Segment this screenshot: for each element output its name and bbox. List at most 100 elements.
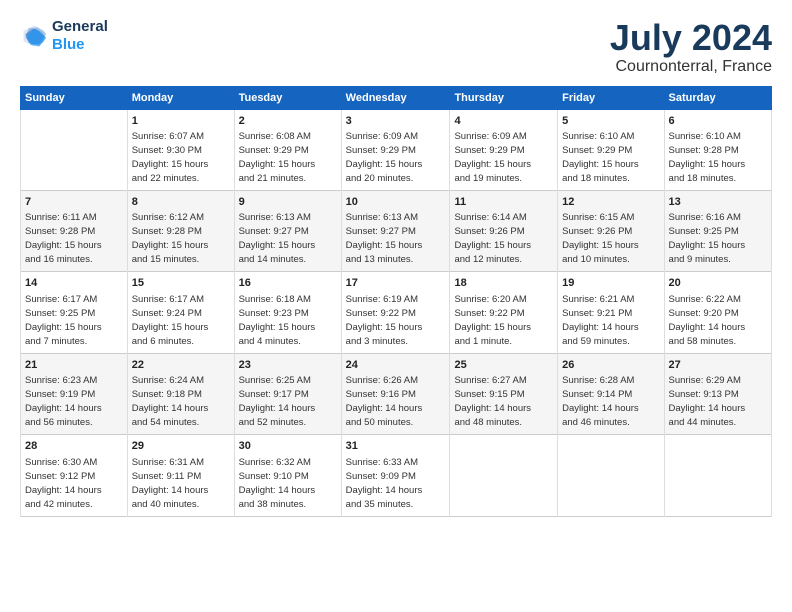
date-number: 24 — [346, 358, 446, 373]
cell-info: Sunrise: 6:17 AM Sunset: 9:24 PM Dayligh… — [132, 294, 209, 347]
date-number: 31 — [346, 439, 446, 454]
date-number: 21 — [25, 358, 123, 373]
logo-icon — [20, 22, 48, 50]
cell-info: Sunrise: 6:22 AM Sunset: 9:20 PM Dayligh… — [669, 294, 746, 347]
cell-info: Sunrise: 6:08 AM Sunset: 9:29 PM Dayligh… — [239, 131, 316, 184]
calendar-table: SundayMondayTuesdayWednesdayThursdayFrid… — [20, 86, 772, 517]
page: General Blue July 2024 Cournonterral, Fr… — [0, 0, 792, 612]
logo: General Blue — [20, 18, 108, 54]
date-number: 23 — [239, 358, 337, 373]
cell-info: Sunrise: 6:11 AM Sunset: 9:28 PM Dayligh… — [25, 212, 102, 265]
calendar-cell: 4Sunrise: 6:09 AM Sunset: 9:29 PM Daylig… — [450, 109, 558, 190]
day-header-monday: Monday — [127, 86, 234, 109]
cell-info: Sunrise: 6:28 AM Sunset: 9:14 PM Dayligh… — [562, 375, 639, 428]
cell-info: Sunrise: 6:23 AM Sunset: 9:19 PM Dayligh… — [25, 375, 102, 428]
date-number: 9 — [239, 195, 337, 210]
date-number: 3 — [346, 114, 446, 129]
day-header-saturday: Saturday — [664, 86, 771, 109]
cell-info: Sunrise: 6:24 AM Sunset: 9:18 PM Dayligh… — [132, 375, 209, 428]
calendar-cell: 15 Sunrise: 6:17 AM Sunset: 9:24 PM Dayli… — [127, 272, 234, 353]
cell-info: Sunrise: 6:27 AM Sunset: 9:15 PM Dayligh… — [454, 375, 531, 428]
day-header-sunday: Sunday — [21, 86, 128, 109]
cell-info: Sunrise: 6:09 AM Sunset: 9:29 PM Dayligh… — [346, 131, 423, 184]
date-number: 7 — [25, 195, 123, 210]
cell-info: Sunrise: 6:18 AM Sunset: 9:23 PM Dayligh… — [239, 294, 316, 347]
date-number: 10 — [346, 195, 446, 210]
date-number: 18 — [454, 276, 553, 291]
calendar-cell: 11 Sunrise: 6:14 AM Sunset: 9:26 PM Dayli… — [450, 190, 558, 271]
cell-info: Sunrise: 6:26 AM Sunset: 9:16 PM Dayligh… — [346, 375, 423, 428]
calendar-header-row: SundayMondayTuesdayWednesdayThursdayFrid… — [21, 86, 772, 109]
calendar-cell: 3 Sunrise: 6:09 AM Sunset: 9:29 PM Daylig… — [341, 109, 450, 190]
cell-info: Sunrise: 6:21 AM Sunset: 9:21 PM Dayligh… — [562, 294, 639, 347]
date-number: 22 — [132, 358, 230, 373]
cell-info: Sunrise: 6:30 AM Sunset: 9:12 PM Dayligh… — [25, 457, 102, 510]
date-number: 4 — [454, 114, 553, 129]
cell-info: Sunrise: 6:12 AM Sunset: 9:28 PM Dayligh… — [132, 212, 209, 265]
calendar-cell: 21 Sunrise: 6:23 AM Sunset: 9:19 PM Dayli… — [21, 353, 128, 434]
date-number: 19 — [562, 276, 659, 291]
day-header-friday: Friday — [558, 86, 664, 109]
week-row-1: 1Sunrise: 6:07 AM Sunset: 9:30 PM Daylig… — [21, 109, 772, 190]
calendar-cell: 25 Sunrise: 6:27 AM Sunset: 9:15 PM Dayli… — [450, 353, 558, 434]
cell-info: Sunrise: 6:13 AM Sunset: 9:27 PM Dayligh… — [239, 212, 316, 265]
calendar-cell: 20 Sunrise: 6:22 AM Sunset: 9:20 PM Dayli… — [664, 272, 771, 353]
date-number: 16 — [239, 276, 337, 291]
cell-info: Sunrise: 6:13 AM Sunset: 9:27 PM Dayligh… — [346, 212, 423, 265]
calendar-cell: 1Sunrise: 6:07 AM Sunset: 9:30 PM Daylig… — [127, 109, 234, 190]
date-number: 17 — [346, 276, 446, 291]
calendar-cell: 27Sunrise: 6:29 AM Sunset: 9:13 PM Dayli… — [664, 353, 771, 434]
cell-info: Sunrise: 6:32 AM Sunset: 9:10 PM Dayligh… — [239, 457, 316, 510]
date-number: 14 — [25, 276, 123, 291]
calendar-cell — [21, 109, 128, 190]
calendar-cell: 24 Sunrise: 6:26 AM Sunset: 9:16 PM Dayli… — [341, 353, 450, 434]
calendar-cell: 8Sunrise: 6:12 AM Sunset: 9:28 PM Daylig… — [127, 190, 234, 271]
calendar-cell: 19 Sunrise: 6:21 AM Sunset: 9:21 PM Dayli… — [558, 272, 664, 353]
calendar-cell: 28Sunrise: 6:30 AM Sunset: 9:12 PM Dayli… — [21, 435, 128, 516]
title-block: July 2024 Cournonterral, France — [610, 18, 772, 76]
date-number: 29 — [132, 439, 230, 454]
calendar-cell: 12Sunrise: 6:15 AM Sunset: 9:26 PM Dayli… — [558, 190, 664, 271]
cell-info: Sunrise: 6:14 AM Sunset: 9:26 PM Dayligh… — [454, 212, 531, 265]
cell-info: Sunrise: 6:20 AM Sunset: 9:22 PM Dayligh… — [454, 294, 531, 347]
calendar-cell: 31Sunrise: 6:33 AM Sunset: 9:09 PM Dayli… — [341, 435, 450, 516]
day-header-thursday: Thursday — [450, 86, 558, 109]
cell-info: Sunrise: 6:29 AM Sunset: 9:13 PM Dayligh… — [669, 375, 746, 428]
calendar-cell — [450, 435, 558, 516]
date-number: 20 — [669, 276, 767, 291]
subtitle: Cournonterral, France — [610, 58, 772, 76]
calendar-cell — [664, 435, 771, 516]
cell-info: Sunrise: 6:16 AM Sunset: 9:25 PM Dayligh… — [669, 212, 746, 265]
cell-info: Sunrise: 6:31 AM Sunset: 9:11 PM Dayligh… — [132, 457, 209, 510]
date-number: 11 — [454, 195, 553, 210]
week-row-5: 28Sunrise: 6:30 AM Sunset: 9:12 PM Dayli… — [21, 435, 772, 516]
date-number: 26 — [562, 358, 659, 373]
date-number: 5 — [562, 114, 659, 129]
calendar-cell: 16 Sunrise: 6:18 AM Sunset: 9:23 PM Dayli… — [234, 272, 341, 353]
date-number: 15 — [132, 276, 230, 291]
date-number: 13 — [669, 195, 767, 210]
logo-text: General Blue — [52, 18, 108, 54]
date-number: 1 — [132, 114, 230, 129]
cell-info: Sunrise: 6:25 AM Sunset: 9:17 PM Dayligh… — [239, 375, 316, 428]
header: General Blue July 2024 Cournonterral, Fr… — [20, 18, 772, 76]
cell-info: Sunrise: 6:17 AM Sunset: 9:25 PM Dayligh… — [25, 294, 102, 347]
calendar-cell: 18 Sunrise: 6:20 AM Sunset: 9:22 PM Dayli… — [450, 272, 558, 353]
calendar-cell: 9 Sunrise: 6:13 AM Sunset: 9:27 PM Daylig… — [234, 190, 341, 271]
calendar-cell: 17Sunrise: 6:19 AM Sunset: 9:22 PM Dayli… — [341, 272, 450, 353]
calendar-cell: 13 Sunrise: 6:16 AM Sunset: 9:25 PM Dayli… — [664, 190, 771, 271]
calendar-cell: 7 Sunrise: 6:11 AM Sunset: 9:28 PM Daylig… — [21, 190, 128, 271]
date-number: 6 — [669, 114, 767, 129]
calendar-cell: 2Sunrise: 6:08 AM Sunset: 9:29 PM Daylig… — [234, 109, 341, 190]
calendar-cell: 29 Sunrise: 6:31 AM Sunset: 9:11 PM Dayli… — [127, 435, 234, 516]
calendar-cell — [558, 435, 664, 516]
week-row-3: 14 Sunrise: 6:17 AM Sunset: 9:25 PM Dayli… — [21, 272, 772, 353]
day-header-tuesday: Tuesday — [234, 86, 341, 109]
calendar-cell: 30 Sunrise: 6:32 AM Sunset: 9:10 PM Dayli… — [234, 435, 341, 516]
date-number: 25 — [454, 358, 553, 373]
date-number: 12 — [562, 195, 659, 210]
calendar-cell: 6 Sunrise: 6:10 AM Sunset: 9:28 PM Daylig… — [664, 109, 771, 190]
cell-info: Sunrise: 6:10 AM Sunset: 9:28 PM Dayligh… — [669, 131, 746, 184]
calendar-cell: 5Sunrise: 6:10 AM Sunset: 9:29 PM Daylig… — [558, 109, 664, 190]
date-number: 30 — [239, 439, 337, 454]
